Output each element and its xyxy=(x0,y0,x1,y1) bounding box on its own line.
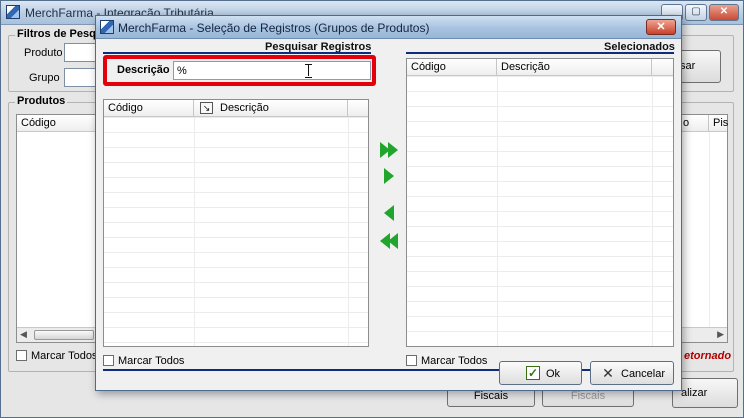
dialog-app-icon xyxy=(100,20,114,34)
ok-button[interactable]: ✓ Ok xyxy=(499,361,582,385)
remove-all-button[interactable] xyxy=(377,229,399,251)
maximize-icon[interactable]: ▢ xyxy=(685,4,707,21)
produtos-col-right1[interactable]: o xyxy=(679,115,709,132)
produto-label: Produto xyxy=(24,47,63,59)
main-close-icon[interactable]: ✕ xyxy=(709,4,739,21)
footer-rule xyxy=(103,369,674,371)
dialog-body: Pesquisar Registros Selecionados Descriç… xyxy=(96,40,681,390)
add-selected-button[interactable] xyxy=(377,164,399,186)
checkmark-icon: ✓ xyxy=(526,366,540,380)
ok-label: Ok xyxy=(546,368,561,380)
search-button[interactable]: sar xyxy=(677,50,721,83)
search-label: Descrição xyxy=(117,64,170,76)
right-marcar-todos-checkbox[interactable] xyxy=(406,355,417,366)
filters-title: Filtros de Pesqu xyxy=(15,28,105,40)
produtos-col-codigo[interactable]: Código xyxy=(17,115,97,132)
dialog-title: MerchFarma - Seleção de Registros (Grupo… xyxy=(118,21,430,35)
dialog-titlebar: MerchFarma - Seleção de Registros (Grupo… xyxy=(96,16,681,39)
scroll-left-icon[interactable]: ◀ xyxy=(20,329,27,340)
grupo-label: Grupo xyxy=(29,72,60,84)
left-marcar-todos-label: Marcar Todos xyxy=(118,355,185,367)
dialog-close-icon[interactable]: ✕ xyxy=(646,19,676,35)
sort-arrow-icon[interactable]: ↘ xyxy=(200,102,213,114)
remove-selected-button[interactable] xyxy=(377,201,399,223)
search-highlight-box: Descrição xyxy=(103,55,376,86)
cancel-button[interactable]: ✕ Cancelar xyxy=(590,361,674,385)
selecao-registros-dialog: MerchFarma - Seleção de Registros (Grupo… xyxy=(95,15,682,391)
grupo-input[interactable] xyxy=(64,68,98,87)
left-col-descricao[interactable]: Descrição xyxy=(194,100,348,117)
x-mark-icon: ✕ xyxy=(602,365,614,381)
right-col-codigo[interactable]: Código xyxy=(407,59,497,76)
produtos-title: Produtos xyxy=(15,95,68,107)
app-icon xyxy=(6,5,20,19)
produtos-scroll-thumb[interactable] xyxy=(34,330,94,340)
scroll-right-icon[interactable]: ▶ xyxy=(717,329,724,340)
text-cursor-icon xyxy=(305,64,312,78)
left-col-codigo[interactable]: Código xyxy=(104,100,194,117)
main-marcar-todos-checkbox[interactable] xyxy=(16,350,27,361)
add-all-button[interactable] xyxy=(377,138,399,160)
arrow-right-icon xyxy=(384,168,394,184)
produto-input[interactable] xyxy=(64,43,98,62)
selected-grid[interactable]: Código Descrição xyxy=(406,58,674,347)
left-marcar-todos-checkbox[interactable] xyxy=(103,355,114,366)
arrow-left-icon xyxy=(384,205,394,221)
search-results-grid[interactable]: Código Descrição ↘ xyxy=(103,99,369,347)
pesquisar-rule xyxy=(103,52,371,54)
right-col-descricao[interactable]: Descrição xyxy=(497,59,652,76)
retornado-label: etornado xyxy=(684,350,732,362)
cancel-label: Cancelar xyxy=(621,368,666,380)
descricao-search-input[interactable] xyxy=(173,61,371,80)
main-marcar-todos-label: Marcar Todos xyxy=(31,350,98,362)
produtos-col-pis[interactable]: Pis xyxy=(709,115,729,132)
right-marcar-todos-label: Marcar Todos xyxy=(421,355,488,367)
selecionados-rule xyxy=(406,52,674,54)
